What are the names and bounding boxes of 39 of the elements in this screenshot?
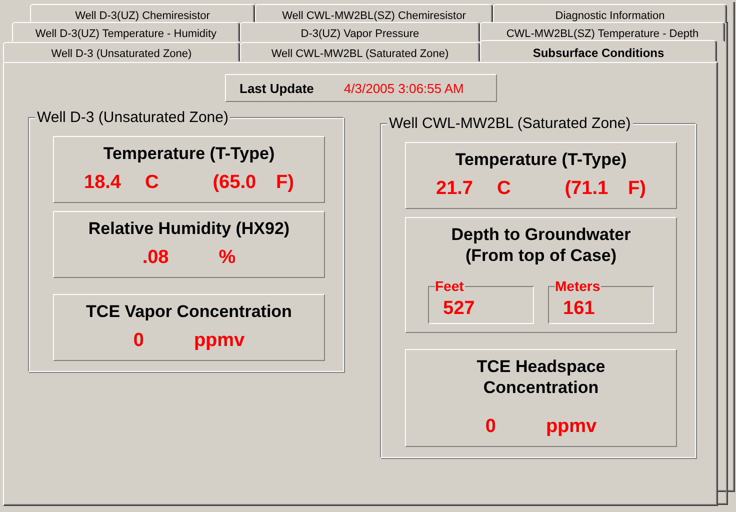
tab[interactable]: Well D-3(UZ) Temperature - Humidity xyxy=(12,22,240,42)
unit-label: F) xyxy=(628,178,646,200)
field-label: Feet xyxy=(435,278,465,294)
unit-label: ppmv xyxy=(546,416,597,438)
card-title: TCE Vapor Concentration xyxy=(85,301,293,322)
reading-value: .08 xyxy=(142,247,169,269)
group-title: Well D-3 (Unsaturated Zone) xyxy=(35,109,230,126)
tab[interactable]: Well CWL-MW2BL (Saturated Zone) xyxy=(240,42,480,62)
reading-value: (71.1 xyxy=(564,178,608,200)
tab[interactable]: CWL-MW2BL(SZ) Temperature - Depth xyxy=(480,22,725,42)
unit-label: C xyxy=(145,172,159,194)
tab[interactable]: Diagnostic Information xyxy=(493,4,727,24)
reading-value: (65.0 xyxy=(212,172,256,194)
card-title: TCE Headspace xyxy=(476,356,606,377)
card-title: Temperature (T-Type) xyxy=(454,149,628,170)
tab[interactable]: D-3(UZ) Vapor Pressure xyxy=(240,22,480,42)
last-update-value: 4/3/2005 3:06:55 AM xyxy=(344,80,464,96)
unit-label: F) xyxy=(276,172,294,194)
reading-value: 0 xyxy=(133,330,144,352)
card-title: Concentration xyxy=(482,377,600,398)
card-title: Relative Humidity (HX92) xyxy=(87,218,291,239)
card-title: Depth to Groundwater xyxy=(450,224,632,245)
card-title: (From top of Case) xyxy=(464,245,618,266)
last-update-label: Last Update xyxy=(240,80,314,96)
card-title: Temperature (T-Type) xyxy=(102,143,276,164)
unit-label: ppmv xyxy=(194,330,245,352)
reading-value: 527 xyxy=(443,298,475,320)
reading-value: 161 xyxy=(563,298,595,320)
unit-label: % xyxy=(218,247,236,269)
tab[interactable]: Well CWL-MW2BL(SZ) Chemiresistor xyxy=(255,4,493,24)
tab[interactable]: Subsurface Conditions xyxy=(480,40,717,62)
reading-value: 21.7 xyxy=(436,178,473,200)
unit-label: C xyxy=(497,178,511,200)
reading-value: 18.4 xyxy=(84,172,121,194)
group-title: Well CWL-MW2BL (Saturated Zone) xyxy=(387,115,633,132)
reading-value: 0 xyxy=(485,416,496,438)
tab[interactable]: Well D-3(UZ) Chemiresistor xyxy=(30,4,255,24)
field-label: Meters xyxy=(555,278,602,294)
tab[interactable]: Well D-3 (Unsaturated Zone) xyxy=(3,42,240,62)
